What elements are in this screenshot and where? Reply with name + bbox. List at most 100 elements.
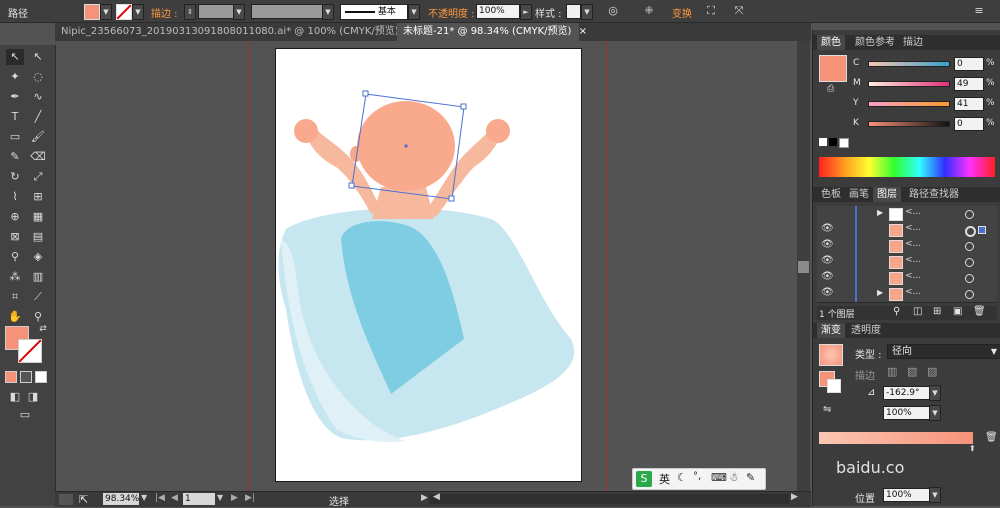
none-swatch[interactable]: [819, 138, 827, 146]
fill-swatch[interactable]: [84, 4, 100, 20]
tab-gradient[interactable]: 渐变: [817, 323, 845, 338]
gradient-preview-swatch[interactable]: [819, 344, 843, 366]
lasso-icon[interactable]: ◌: [29, 69, 47, 85]
gradient-tool-icon[interactable]: ▤: [29, 229, 47, 245]
keyboard-icon[interactable]: ⌨: [711, 471, 727, 484]
page-dropdown-icon[interactable]: ▼: [217, 493, 223, 502]
none-mode-icon[interactable]: [35, 371, 47, 383]
tab-color-guide[interactable]: 颜色参考: [851, 35, 899, 50]
gradient-slider[interactable]: [819, 432, 973, 444]
new-sublayer-icon[interactable]: ⊞: [933, 306, 941, 317]
color-swatch-large[interactable]: [819, 55, 847, 82]
artboard-nav-icon[interactable]: [59, 494, 73, 505]
variable-width-profile[interactable]: [251, 4, 323, 19]
recolor-icon[interactable]: ◎: [604, 3, 622, 19]
magenta-slider[interactable]: [868, 81, 950, 87]
new-layer-icon[interactable]: ▣: [953, 306, 962, 317]
tab-untitled-21[interactable]: 未标题-21* @ 98.34% (CMYK/预览) ×: [397, 23, 587, 41]
scroll-thumb[interactable]: [798, 261, 809, 273]
mesh-tool-icon[interactable]: ⊠: [6, 229, 24, 245]
cyan-input[interactable]: 0: [954, 57, 984, 71]
paintbrush-icon[interactable]: 🖌: [29, 129, 47, 145]
symbol-sprayer-icon[interactable]: ⁂: [6, 269, 24, 285]
stroke-dropdown[interactable]: ▼: [132, 4, 144, 20]
cyan-slider[interactable]: [868, 61, 950, 67]
yellow-slider[interactable]: [868, 101, 950, 107]
tools-icon[interactable]: ✎: [746, 471, 755, 484]
stroke-weight-dropdown[interactable]: ▼: [233, 4, 245, 20]
white-swatch[interactable]: [839, 138, 849, 148]
magenta-input[interactable]: 49: [954, 77, 984, 91]
align-options-icon[interactable]: ⁜: [640, 3, 658, 19]
yellow-input[interactable]: 41: [954, 97, 984, 111]
out-of-gamut-icon[interactable]: ⎙: [827, 84, 834, 94]
isolate-icon[interactable]: ⛶: [702, 3, 720, 19]
profile-dropdown[interactable]: ▼: [322, 4, 334, 20]
hand-tool-icon[interactable]: ✋: [6, 309, 24, 325]
blend-tool-icon[interactable]: ◈: [29, 249, 47, 265]
perspective-grid-icon[interactable]: ▦: [29, 209, 47, 225]
target-icon[interactable]: [965, 242, 974, 251]
stroke-gradient-along-icon[interactable]: ▧: [907, 365, 917, 378]
opacity-input[interactable]: 100%: [476, 4, 520, 19]
rotate-tool-icon[interactable]: ↻: [6, 169, 24, 185]
type-tool-icon[interactable]: T: [6, 109, 24, 125]
stroke-weight-stepper[interactable]: ⇕: [184, 4, 196, 20]
selection-indicator[interactable]: [978, 226, 986, 234]
tab-nipic-document[interactable]: Nipic_23566073_20190313091808011080.ai* …: [55, 23, 414, 41]
pen-tool-icon[interactable]: ✒: [6, 89, 24, 105]
eye-icon[interactable]: 👁: [821, 239, 834, 250]
black-input[interactable]: 0: [954, 117, 984, 131]
line-tool-icon[interactable]: ╱: [29, 109, 47, 125]
brush-dropdown[interactable]: ▼: [408, 4, 420, 20]
tab-stroke[interactable]: 描边: [899, 35, 927, 50]
stroke-weight-label[interactable]: 描边 :: [151, 5, 178, 20]
draw-mode-icon[interactable]: ◧: [6, 389, 24, 405]
gradient-type-select[interactable]: 径向 ▼: [887, 344, 1000, 359]
gradient-stop-icon[interactable]: ⬆: [969, 444, 976, 453]
skin-icon[interactable]: ☃: [729, 471, 739, 484]
stroke-mini-swatch[interactable]: [827, 379, 841, 393]
warp-tool-icon[interactable]: ⌇: [6, 189, 24, 205]
layer-row[interactable]: 👁 <...: [817, 270, 997, 287]
target-icon[interactable]: [965, 258, 974, 267]
first-artboard-icon[interactable]: |◀: [155, 493, 165, 503]
draw-behind-icon[interactable]: ◨: [24, 389, 42, 405]
stroke-weight-input[interactable]: [198, 4, 234, 19]
prev-artboard-icon[interactable]: ◀: [171, 493, 178, 503]
position-dropdown[interactable]: ▼: [929, 487, 941, 503]
transform-link[interactable]: 变换: [672, 5, 692, 20]
shape-builder-icon[interactable]: ⊕: [6, 209, 24, 225]
ime-logo-icon[interactable]: S: [636, 471, 652, 487]
page-field[interactable]: 1: [183, 493, 215, 505]
close-icon[interactable]: ×: [579, 26, 587, 37]
eraser-icon[interactable]: ⌫: [29, 149, 47, 165]
scroll-left-icon[interactable]: ◀: [433, 492, 440, 502]
layer-row[interactable]: 👁 <...: [817, 238, 997, 255]
status-menu-icon[interactable]: ▶: [421, 493, 428, 503]
graphic-style-swatch[interactable]: [566, 4, 581, 19]
position-input[interactable]: 100%: [883, 488, 931, 502]
target-icon[interactable]: [965, 226, 976, 237]
opacity-arrow[interactable]: ►: [520, 4, 532, 20]
vertical-scrollbar[interactable]: [797, 41, 810, 491]
moon-icon[interactable]: ☾: [677, 471, 687, 484]
artboard-tool-icon[interactable]: ⌗: [6, 289, 24, 305]
target-icon[interactable]: [965, 274, 974, 283]
aspect-ratio-input[interactable]: 100%: [883, 406, 931, 420]
rectangle-tool-icon[interactable]: ▭: [6, 129, 24, 145]
tab-swatches[interactable]: 色板: [817, 187, 845, 202]
delete-stop-icon[interactable]: 🗑: [985, 432, 998, 443]
clipping-mask-icon[interactable]: ◫: [913, 306, 922, 317]
direct-selection-tool-icon[interactable]: ↖: [29, 49, 47, 65]
target-icon[interactable]: [965, 210, 974, 219]
angle-input[interactable]: -162.9°: [883, 386, 931, 400]
scale-tool-icon[interactable]: ⤢: [29, 169, 47, 185]
ime-language-label[interactable]: 英: [659, 471, 670, 487]
black-slider[interactable]: [868, 121, 950, 127]
reverse-gradient-icon[interactable]: ⇋: [823, 404, 831, 415]
eyedropper-icon[interactable]: ⚲: [6, 249, 24, 265]
zoom-dropdown-icon[interactable]: ▼: [141, 493, 147, 502]
eye-icon[interactable]: 👁: [821, 223, 834, 234]
tab-layers[interactable]: 图层: [873, 187, 901, 202]
